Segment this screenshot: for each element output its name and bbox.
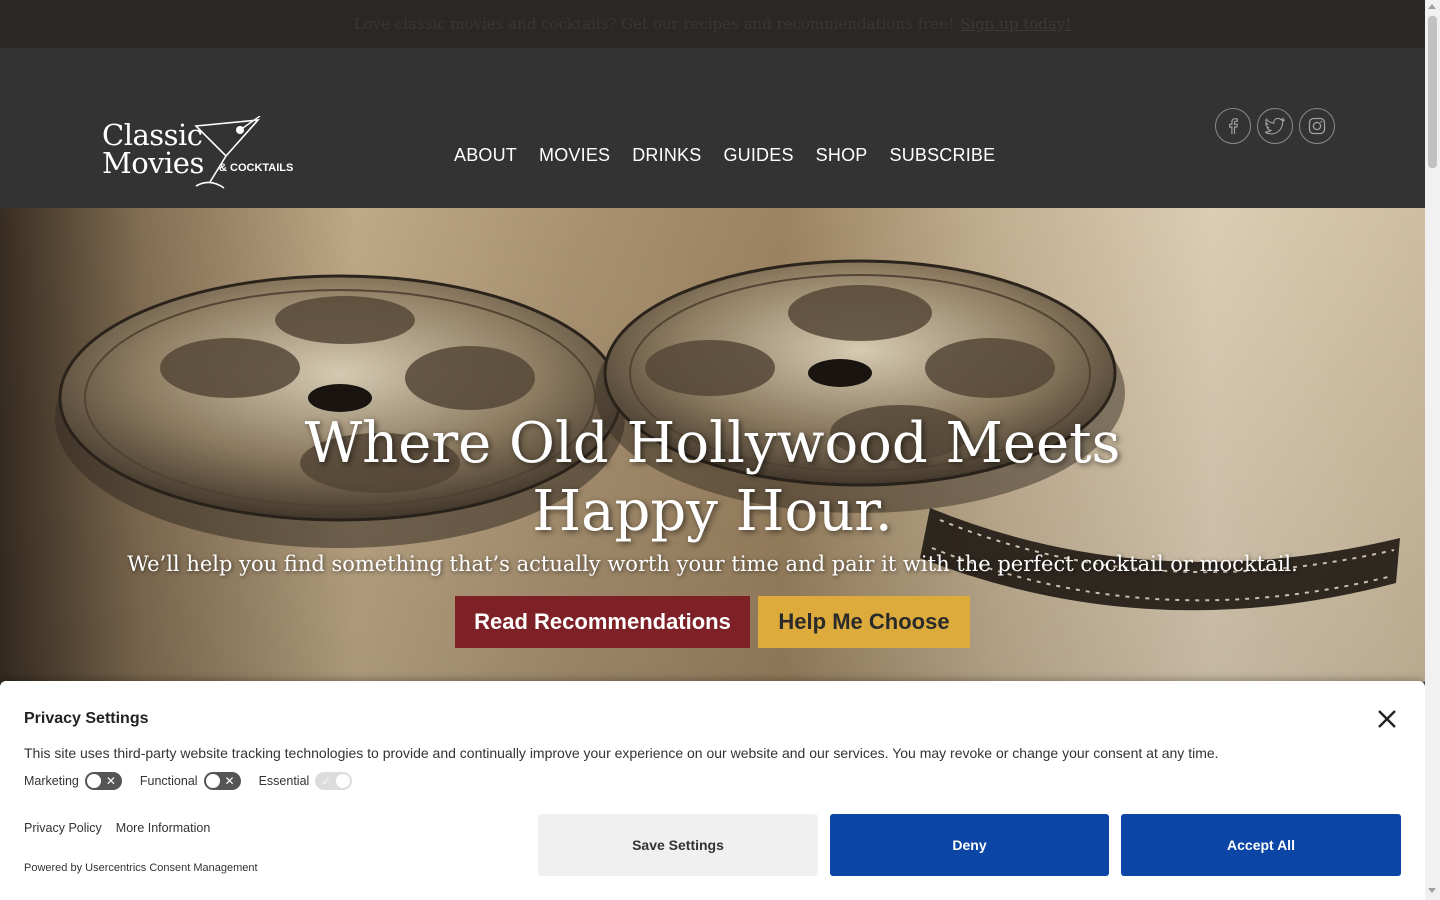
marketing-label: Marketing — [24, 774, 79, 788]
privacy-settings-panel: Privacy Settings This site uses third-pa… — [0, 681, 1425, 900]
toggle-knob — [205, 774, 220, 788]
signup-link[interactable]: Sign up today! — [960, 15, 1071, 33]
instagram-link[interactable] — [1299, 108, 1335, 144]
twitter-icon — [1265, 117, 1285, 135]
off-icon: ✕ — [105, 774, 116, 788]
nav-subscribe[interactable]: SUBSCRIBE — [889, 145, 995, 166]
nav-shop[interactable]: SHOP — [816, 145, 868, 166]
martini-glass-icon — [194, 116, 261, 189]
close-icon[interactable] — [1375, 707, 1399, 731]
announcement-text: Love classic movies and cocktails? Get o… — [353, 15, 955, 33]
hero-headline-line2: Happy Hour. — [532, 479, 893, 544]
hero-headline: Where Old Hollywood Meets Happy Hour. — [0, 410, 1425, 546]
essential-toggle: ✓ — [315, 772, 353, 790]
marketing-toggle[interactable]: ✕ — [84, 772, 122, 790]
read-recommendations-button[interactable]: Read Recommendations — [455, 596, 750, 648]
nav-movies[interactable]: MOVIES — [539, 145, 610, 166]
privacy-links: Privacy Policy More Information — [24, 821, 210, 835]
nav-drinks[interactable]: DRINKS — [632, 145, 701, 166]
save-settings-button[interactable]: Save Settings — [538, 814, 818, 876]
nav-guides[interactable]: GUIDES — [723, 145, 793, 166]
off-icon: ✕ — [224, 774, 235, 788]
announcement-bar: Love classic movies and cocktails? Get o… — [0, 0, 1425, 48]
site-header: Classic Movies & COCKTAILS ABOUT MOVIES … — [0, 48, 1425, 208]
help-me-choose-button[interactable]: Help Me Choose — [758, 596, 970, 648]
toggle-knob — [86, 774, 101, 788]
check-icon: ✓ — [321, 774, 332, 788]
facebook-link[interactable] — [1215, 108, 1251, 144]
deny-button[interactable]: Deny — [830, 814, 1109, 876]
logo-line-movies: Movies — [102, 146, 204, 180]
hero-headline-line1: Where Old Hollywood Meets — [304, 411, 1121, 476]
scrollbar-thumb[interactable] — [1428, 16, 1437, 168]
powered-by-text: Powered by Usercentrics Consent Manageme… — [24, 862, 258, 874]
page: Love classic movies and cocktails? Get o… — [0, 0, 1440, 900]
hero-subtitle: We’ll help you find something that’s act… — [127, 552, 1298, 576]
site-logo[interactable]: Classic Movies & COCKTAILS — [102, 116, 294, 198]
more-information-link[interactable]: More Information — [116, 821, 210, 835]
instagram-icon — [1308, 117, 1326, 135]
essential-label: Essential — [258, 774, 310, 788]
facebook-icon — [1229, 118, 1238, 134]
social-links — [1215, 108, 1335, 144]
scroll-up-icon[interactable] — [1428, 4, 1436, 9]
toggle-knob — [336, 774, 351, 788]
nav-about[interactable]: ABOUT — [454, 145, 517, 166]
privacy-policy-link[interactable]: Privacy Policy — [24, 821, 102, 835]
accept-all-button[interactable]: Accept All — [1121, 814, 1401, 876]
main-nav: ABOUT MOVIES DRINKS GUIDES SHOP SUBSCRIB… — [454, 145, 995, 166]
consent-toggles: Marketing ✕ Functional ✕ Essential ✓ — [24, 772, 370, 790]
twitter-link[interactable] — [1257, 108, 1293, 144]
hero-section: Where Old Hollywood Meets Happy Hour. We… — [0, 208, 1425, 682]
scroll-down-icon[interactable] — [1428, 888, 1436, 893]
functional-label: Functional — [139, 774, 198, 788]
page-scrollbar[interactable] — [1425, 0, 1440, 900]
functional-toggle[interactable]: ✕ — [203, 772, 241, 790]
privacy-title: Privacy Settings — [24, 710, 149, 727]
privacy-description: This site uses third-party website track… — [24, 745, 1219, 761]
